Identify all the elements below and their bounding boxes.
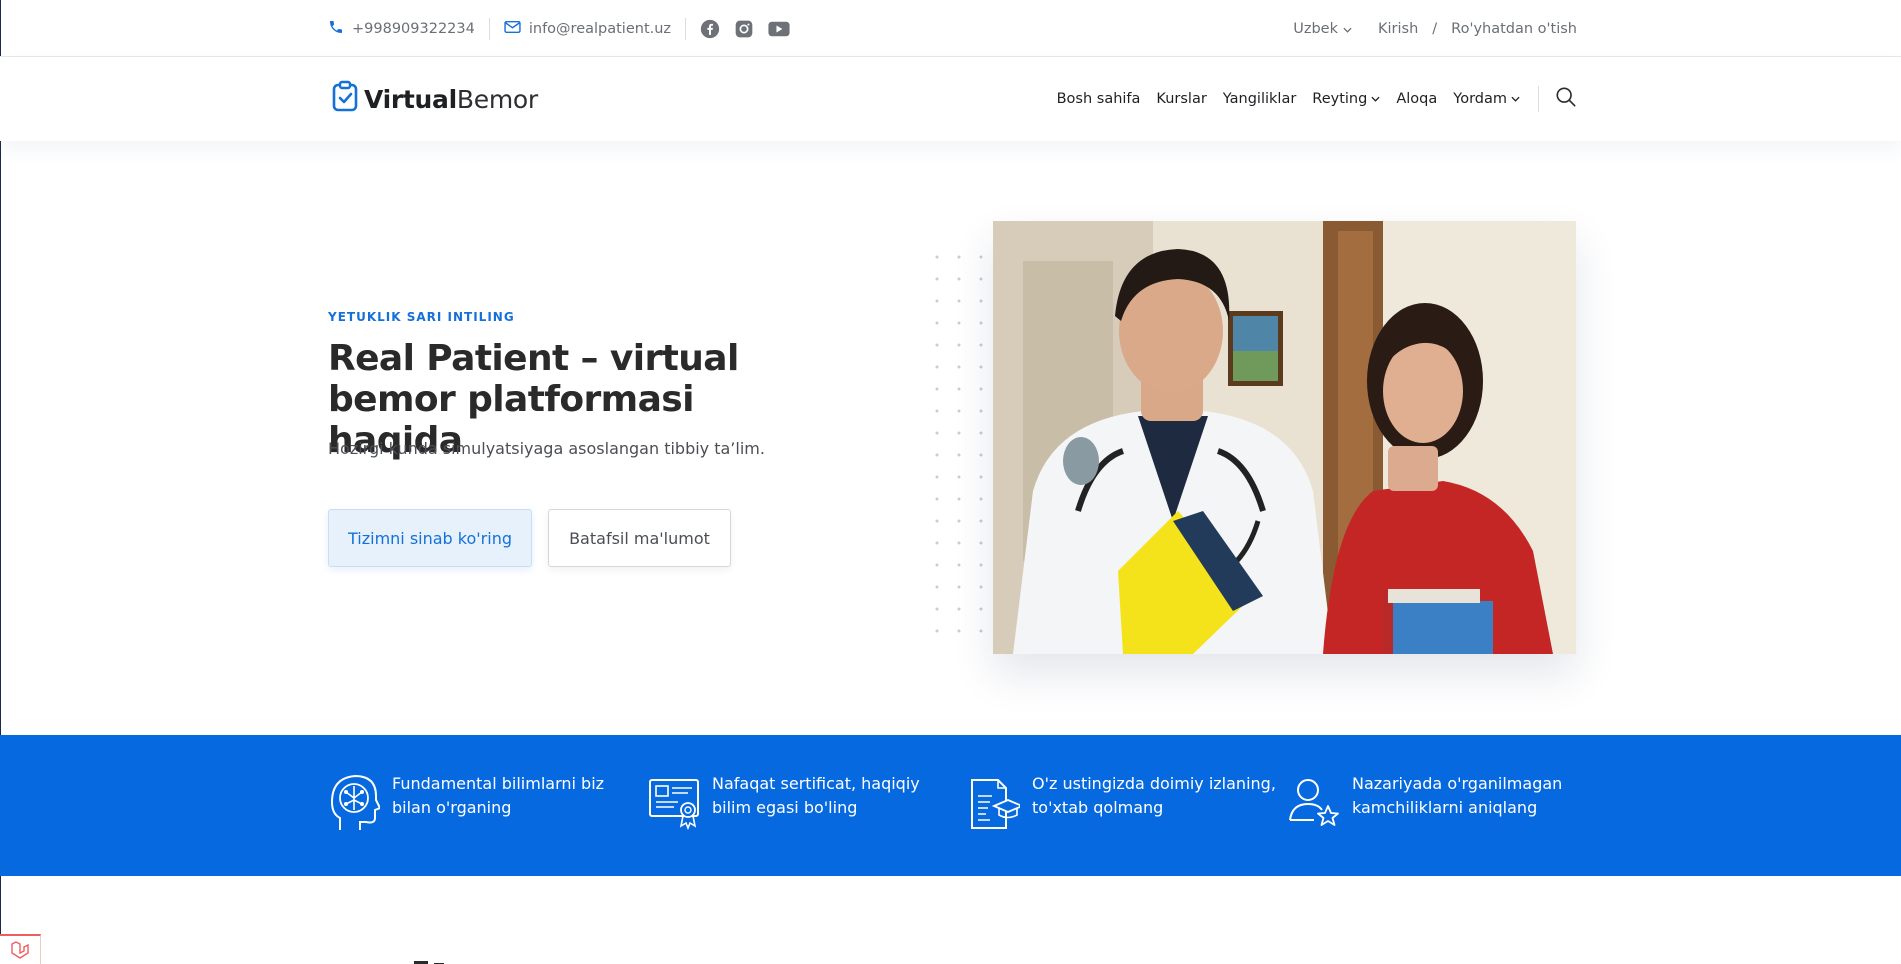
site-logo[interactable]: VirtualBemor [332,80,538,118]
facebook-icon[interactable] [700,19,720,39]
feature-text-line: Nafaqat sertificat, haqiqiy [712,774,920,793]
nav-item-yangiliklar[interactable]: Yangiliklar [1223,91,1297,107]
nav-label: Aloqa [1396,91,1438,107]
debugbar-toggle[interactable] [0,934,41,964]
brain-head-icon [330,774,380,830]
more-info-button[interactable]: Batafsil ma'lumot [548,509,731,567]
divider [685,17,687,40]
login-link[interactable]: Kirish [1378,21,1418,37]
main-header: VirtualBemor Bosh sahifa Kurslar Yangili… [0,57,1901,141]
register-link[interactable]: Ro'yhatdan o'tish [1451,21,1577,37]
chevron-down-icon [1371,96,1380,102]
laravel-logo-icon [11,941,29,959]
user-star-icon [1289,779,1339,826]
feature-text-line: Nazariyada o'rganilmagan [1352,774,1563,793]
next-section-heading-cut [410,952,470,964]
feature-text-line: Fundamental bilimlarni biz [392,774,605,793]
nav-label: Kurslar [1156,91,1207,107]
try-system-button[interactable]: Tizimni sinab ko'ring [328,509,532,567]
phone-number: +998909322234 [352,20,475,37]
feature-text-line: to'xtab qolmang [1032,798,1164,817]
chevron-down-icon [1511,96,1520,102]
nav-item-reyting[interactable]: Reyting [1312,91,1380,107]
feature-item: Fundamental bilimlarni biz bilan o'rgani… [328,772,604,834]
email-link[interactable]: info@realpatient.uz [504,20,671,38]
mail-icon [504,20,521,38]
nav-label: Bosh sahifa [1056,91,1141,107]
nav-label: Yangiliklar [1222,91,1297,107]
top-info-bar: +998909322234 info@realpatient.uz Uzbek … [0,0,1901,57]
hero-subtitle: Hozirgi kunda simulyatsiyaga asoslangan … [328,439,765,458]
divider [488,17,490,40]
phone-link[interactable]: +998909322234 [328,19,475,39]
search-icon[interactable] [1555,86,1577,112]
feature-item: Nafaqat sertificat, haqiqiy bilim egasi … [648,772,920,834]
logo-text-bold: Virtual [364,84,457,114]
nav-item-bosh-sahifa[interactable]: Bosh sahifa [1057,91,1141,107]
feature-text-line: bilan o'rganing [392,798,512,817]
email-address: info@realpatient.uz [528,20,672,37]
social-links [700,19,790,39]
nav-item-kurslar[interactable]: Kurslar [1156,91,1206,107]
nav-label: Yordam [1453,91,1507,107]
feature-item: Nazariyada o'rganilmagan kamchiliklarni … [1288,772,1562,834]
decorative-dot-grid [926,246,996,636]
feature-text-line: kamchiliklarni aniqlang [1352,798,1538,817]
auth-separator: / [1432,20,1438,37]
nav-item-aloqa[interactable]: Aloqa [1396,91,1437,107]
certificate-icon [649,779,699,831]
language-select[interactable]: Uzbek [1293,21,1352,37]
instagram-icon[interactable] [734,19,754,39]
hero-eyebrow: YETUKLIK SARI INTILING [328,310,515,324]
nav-label: Reyting [1312,91,1368,107]
nav-divider [1538,86,1539,112]
nav-item-yordam[interactable]: Yordam [1453,91,1520,107]
feature-text-line: bilim egasi bo'ling [712,798,858,817]
phone-icon [328,19,344,39]
youtube-icon[interactable] [768,20,790,38]
document-graduation-icon [971,779,1020,829]
features-band [0,735,1901,876]
logo-text-light: Bemor [456,84,538,114]
feature-text-line: O'z ustingizda doimiy izlaning, [1032,774,1276,793]
main-nav: Bosh sahifa Kurslar Yangiliklar Reyting … [1057,86,1577,112]
feature-item: O'z ustingizda doimiy izlaning, to'xtab … [968,772,1276,834]
language-label: Uzbek [1293,20,1338,37]
hero-image-doctors [993,221,1576,654]
chevron-down-icon [1343,21,1352,37]
clipboard-check-icon [332,80,358,118]
